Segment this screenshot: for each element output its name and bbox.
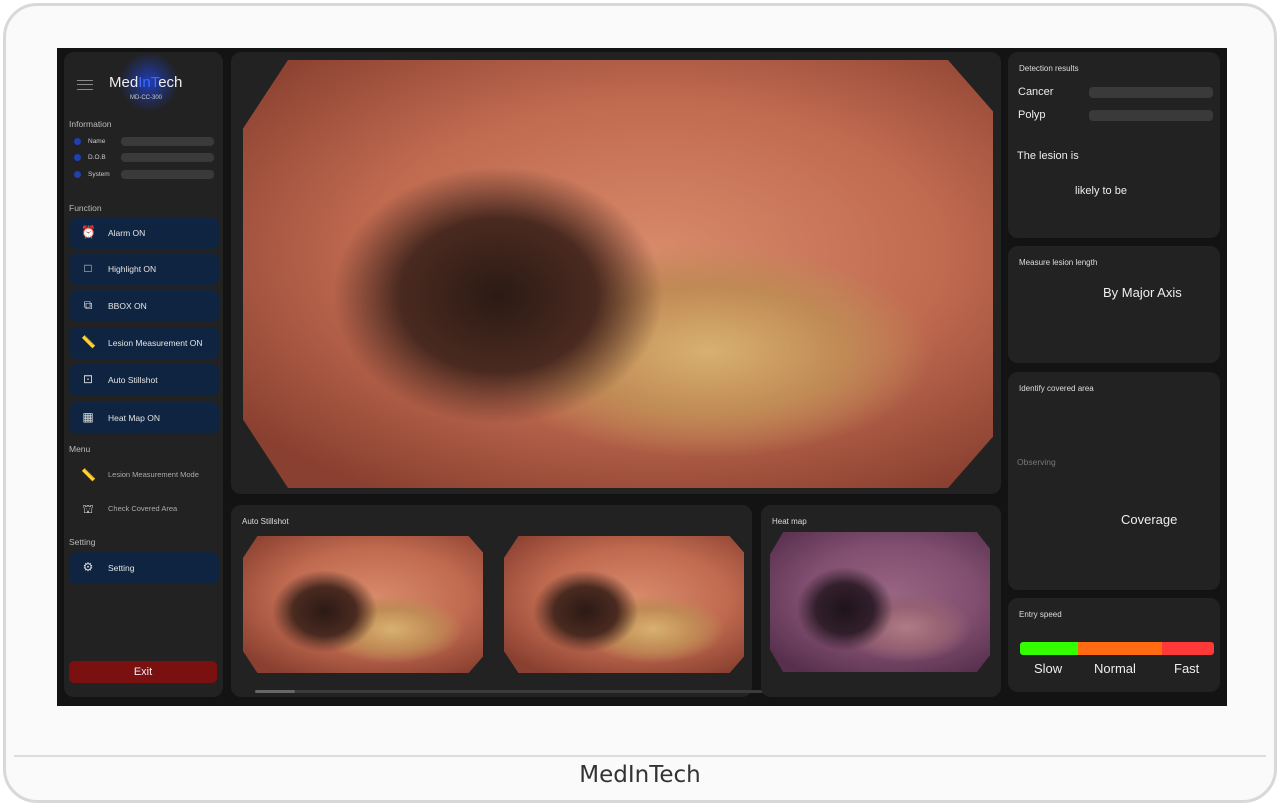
bbox-icon: ⧉	[83, 298, 93, 312]
dob-field	[121, 153, 214, 162]
stillshot-icon: ⊡	[82, 372, 94, 386]
gear-icon: ⚙	[82, 560, 94, 574]
logo: MedInTech	[109, 74, 183, 91]
speed-slow-segment	[1020, 642, 1079, 655]
menu-check-covered-area[interactable]: ⛫ Check Covered Area	[69, 494, 219, 522]
entry-speed-title: Entry speed	[1019, 610, 1062, 619]
ruler-icon: 📏	[81, 335, 96, 349]
bezel-divider	[14, 755, 1266, 757]
coverage-label: Coverage	[1121, 512, 1178, 527]
measure-value: By Major Axis	[1103, 285, 1182, 300]
speed-fast-label: Fast	[1174, 661, 1200, 676]
speed-fast-segment	[1161, 642, 1214, 655]
lesion-measurement-button[interactable]: 📏 Lesion Measurement ON	[69, 327, 219, 359]
measure-panel: Measure lesion length By Major Axis	[1008, 246, 1220, 363]
entry-speed-panel: Entry speed Slow Normal Fast	[1008, 598, 1220, 692]
speed-normal-segment	[1078, 642, 1162, 655]
stillshot-thumbnail[interactable]	[504, 536, 744, 673]
setting-heading: Setting	[69, 537, 96, 547]
cancer-row: Cancer	[1018, 86, 1213, 98]
hamburger-menu-icon[interactable]	[77, 80, 93, 90]
covered-area-panel: Identify covered area Observing Coverage	[1008, 372, 1220, 590]
info-system: System	[74, 170, 219, 180]
name-field	[121, 137, 214, 146]
sidebar: MedInTech MD-CC-300 Information Name D.O…	[64, 52, 223, 697]
menu-heading: Menu	[69, 444, 91, 454]
cancer-bar	[1089, 87, 1213, 98]
endoscopy-live-image	[243, 60, 993, 488]
information-heading: Information	[69, 119, 112, 129]
model-number: MD-CC-300	[130, 95, 163, 101]
colon-icon: ⛫	[82, 502, 94, 516]
alarm-button[interactable]: ⏰ Alarm ON	[69, 217, 219, 249]
live-video-panel	[231, 52, 1001, 494]
menu-lesion-measurement-mode[interactable]: 📏 Lesion Measurement Mode	[69, 460, 219, 488]
info-name: Name	[74, 137, 219, 147]
covered-status: Observing	[1017, 457, 1056, 467]
heat-map-panel: Heat map	[761, 505, 1001, 697]
polyp-row: Polyp	[1018, 109, 1213, 121]
speed-slow-label: Slow	[1034, 661, 1063, 676]
highlight-button[interactable]: □ Highlight ON	[69, 253, 219, 285]
square-icon: □	[84, 261, 92, 275]
auto-stillshot-panel: Auto Stillshot	[231, 505, 995, 697]
function-heading: Function	[69, 203, 102, 213]
lesion-line-1: The lesion is	[1017, 150, 1079, 162]
grid-icon: ▦	[82, 410, 94, 424]
measure-title: Measure lesion length	[1019, 258, 1098, 267]
bbox-button[interactable]: ⧉ BBOX ON	[69, 290, 219, 322]
alarm-clock-icon: ⏰	[81, 225, 96, 239]
system-field	[121, 170, 214, 179]
device-brand: MedInTech	[579, 762, 701, 788]
detection-results-panel: Detection results Cancer Polyp The lesio…	[1008, 52, 1220, 238]
exit-button[interactable]: Exit	[69, 661, 217, 683]
auto-stillshot-button[interactable]: ⊡ Auto Stillshot	[69, 364, 219, 396]
screen: MedInTech MD-CC-300 Information Name D.O…	[57, 48, 1227, 706]
auto-stillshot-title: Auto Stillshot	[242, 517, 289, 526]
ruler-icon: 📏	[81, 468, 96, 482]
detection-title: Detection results	[1019, 64, 1079, 73]
setting-button[interactable]: ⚙ Setting	[69, 552, 219, 584]
polyp-bar	[1089, 110, 1213, 121]
covered-title: Identify covered area	[1019, 384, 1094, 393]
info-dob: D.O.B	[74, 153, 219, 163]
speed-bar	[1020, 642, 1214, 655]
heat-map-title: Heat map	[772, 517, 807, 526]
speed-normal-label: Normal	[1094, 661, 1136, 676]
lesion-line-2: likely to be	[1075, 185, 1127, 197]
stillshot-thumbnail[interactable]	[243, 536, 483, 673]
heat-map-image	[770, 532, 990, 672]
heat-map-button[interactable]: ▦ Heat Map ON	[69, 402, 219, 434]
